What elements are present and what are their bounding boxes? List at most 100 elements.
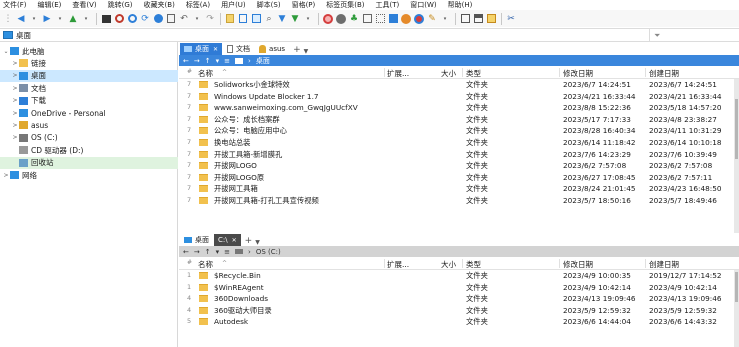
add-tab-icon[interactable]: + xyxy=(245,236,253,246)
world-icon[interactable] xyxy=(335,13,347,25)
tools-icon[interactable]: ✂ xyxy=(505,13,517,25)
history-dropdown-icon[interactable]: ▾ xyxy=(216,248,220,256)
column-modified[interactable]: 修改日期 xyxy=(563,259,593,270)
columns-icon[interactable] xyxy=(361,13,373,25)
menu-item[interactable]: 查看(V) xyxy=(72,0,96,10)
up-icon[interactable]: ▲ xyxy=(67,13,79,25)
breadcrumb[interactable]: 桌面 xyxy=(256,56,270,66)
history-dropdown-icon[interactable]: ▾ xyxy=(216,57,220,65)
chevron-icon[interactable]: > xyxy=(11,134,19,141)
table-row[interactable]: 4 360驱动大师目录 文件夹 2023/5/9 12:59:32 2023/5/9 1… xyxy=(179,305,739,317)
menu-item[interactable]: 标签页集(B) xyxy=(326,0,364,10)
filter-icon[interactable]: ▼ xyxy=(276,13,288,25)
menu-item[interactable]: 窗格(P) xyxy=(292,0,316,10)
chevron-down-icon[interactable]: ▼ xyxy=(304,48,309,55)
table-row[interactable]: 7 Windows Update Blocker 1.7 文件夹 2023/4/21 … xyxy=(179,91,739,103)
filter-box[interactable]: ⏷ xyxy=(649,29,739,42)
table-row[interactable]: 7 公众号：成长档案群 文件夹 2023/5/17 7:17:33 2023/4/8 2… xyxy=(179,114,739,126)
chevron-icon[interactable]: > xyxy=(11,110,19,117)
tab-asus[interactable]: asus xyxy=(255,43,289,55)
filter-green-icon[interactable]: ▼ xyxy=(289,13,301,25)
menu-item[interactable]: 工具(T) xyxy=(376,0,400,10)
table-row[interactable]: 7 开拔网LOGO原 文件夹 2023/6/27 17:08:45 2023/6/2 7… xyxy=(179,172,739,184)
forward-dropdown-icon[interactable]: ▾ xyxy=(54,13,66,25)
tree-item[interactable]: > OS (C:) xyxy=(0,132,178,144)
column-extension[interactable]: 扩展... xyxy=(387,259,409,270)
clipboard-icon[interactable] xyxy=(165,13,177,25)
column-created[interactable]: 创建日期 xyxy=(649,68,679,79)
chevron-icon[interactable]: > xyxy=(11,72,19,79)
layout-single-icon[interactable] xyxy=(459,13,471,25)
chevron-icon[interactable]: > xyxy=(2,172,10,179)
new-file-icon[interactable] xyxy=(224,13,236,25)
table-row[interactable]: 7 www.sanweimoxing.com_GwqJgUUcfXV 文件夹 2023… xyxy=(179,102,739,114)
tab-desktop[interactable]: 桌面 ✕ xyxy=(180,43,223,55)
up-icon[interactable]: ↑ xyxy=(205,57,211,65)
forward-icon[interactable]: → xyxy=(194,57,200,65)
tree-item[interactable]: > 文档 xyxy=(0,82,178,94)
globe-icon[interactable] xyxy=(152,13,164,25)
pie-icon[interactable] xyxy=(400,13,412,25)
tree-item[interactable]: > asus xyxy=(0,119,178,131)
column-size[interactable]: 大小 xyxy=(441,68,456,79)
bottom-scrollbar[interactable] xyxy=(734,270,739,347)
search-icon[interactable] xyxy=(126,13,138,25)
scrollbar-thumb[interactable] xyxy=(735,99,738,159)
back-icon[interactable]: ← xyxy=(183,57,189,65)
target-icon[interactable] xyxy=(113,13,125,25)
chevron-icon[interactable]: > xyxy=(11,97,19,104)
column-separator[interactable] xyxy=(384,68,385,77)
tree-item[interactable]: > 网络 xyxy=(0,169,178,181)
menu-item[interactable]: 脚本(S) xyxy=(257,0,281,10)
undo-dropdown-icon[interactable]: ▾ xyxy=(191,13,203,25)
table-row[interactable]: 7 开拔网工具箱 文件夹 2023/8/24 21:01:45 2023/4/23 16… xyxy=(179,183,739,195)
column-separator[interactable] xyxy=(645,68,646,77)
disk-icon[interactable] xyxy=(387,13,399,25)
table-row[interactable]: 4 360Downloads 文件夹 2023/4/13 19:09:46 2023/4… xyxy=(179,293,739,305)
address-path[interactable]: 桌面 xyxy=(16,30,31,41)
menu-item[interactable]: 窗口(W) xyxy=(410,0,436,10)
scrollbar-thumb[interactable] xyxy=(735,272,738,302)
brush-dropdown-icon[interactable]: ▾ xyxy=(439,13,451,25)
column-separator[interactable] xyxy=(384,259,385,268)
add-tab-icon[interactable]: + xyxy=(293,45,301,55)
column-type[interactable]: 类型 xyxy=(466,68,481,79)
table-row[interactable]: 7 开拔工具箱-新增膜孔 文件夹 2023/7/6 14:23:29 2023/7/6 … xyxy=(179,149,739,161)
back-icon[interactable]: ← xyxy=(183,248,189,256)
tree-item[interactable]: ⌄ 此电脑 xyxy=(0,45,178,57)
up-icon[interactable]: ↑ xyxy=(205,248,211,256)
table-row[interactable]: 7 Solidworks小金球特效 文件夹 2023/6/7 14:24:51 2023… xyxy=(179,79,739,91)
tree-item[interactable]: > 下载 xyxy=(0,95,178,107)
filter-dropdown-icon[interactable]: ▾ xyxy=(302,13,314,25)
tab-desktop-bottom[interactable]: 桌面 xyxy=(180,234,213,246)
chevron-icon[interactable]: > xyxy=(11,60,19,67)
column-separator[interactable] xyxy=(462,259,463,268)
table-row[interactable]: 5 Autodesk 文件夹 2023/6/6 14:44:04 2023/6/6 14… xyxy=(179,316,739,328)
up-dropdown-icon[interactable]: ▾ xyxy=(80,13,92,25)
menu-item[interactable]: 跳转(G) xyxy=(108,0,133,10)
chevron-down-icon[interactable]: ▼ xyxy=(255,239,260,246)
address-bar[interactable]: 桌面 ⏷ xyxy=(0,28,739,42)
column-created[interactable]: 创建日期 xyxy=(649,259,679,270)
copy-icon[interactable] xyxy=(237,13,249,25)
table-row[interactable]: 7 开拔网LOGO 文件夹 2023/6/2 7:57:08 2023/6/2 7:57… xyxy=(179,160,739,172)
column-type[interactable]: 类型 xyxy=(466,259,481,270)
column-separator[interactable] xyxy=(645,259,646,268)
refresh-icon[interactable]: ⟳ xyxy=(139,13,151,25)
forward-icon[interactable]: ▶ xyxy=(41,13,53,25)
menu-item[interactable]: 文件(F) xyxy=(3,0,27,10)
chevron-icon[interactable]: ⌄ xyxy=(2,48,10,55)
column-separator[interactable] xyxy=(462,68,463,77)
tree-icon[interactable]: ♣ xyxy=(348,13,360,25)
top-scrollbar[interactable] xyxy=(734,79,739,233)
column-name[interactable]: 名称 xyxy=(198,68,213,79)
tree-item[interactable]: CD 驱动器 (D:) xyxy=(0,144,178,156)
table-row[interactable]: 7 换电站总装 文件夹 2023/6/14 11:18:42 2023/6/14 10:… xyxy=(179,137,739,149)
menu-icon[interactable]: ≡ xyxy=(224,57,230,65)
back-icon[interactable]: ◀ xyxy=(15,13,27,25)
column-extension[interactable]: 扩展... xyxy=(387,68,409,79)
tree-item[interactable]: 回收站 xyxy=(0,156,178,169)
cmd-icon[interactable] xyxy=(100,13,112,25)
redo-icon[interactable]: ↷ xyxy=(204,13,216,25)
column-separator[interactable] xyxy=(559,68,560,77)
